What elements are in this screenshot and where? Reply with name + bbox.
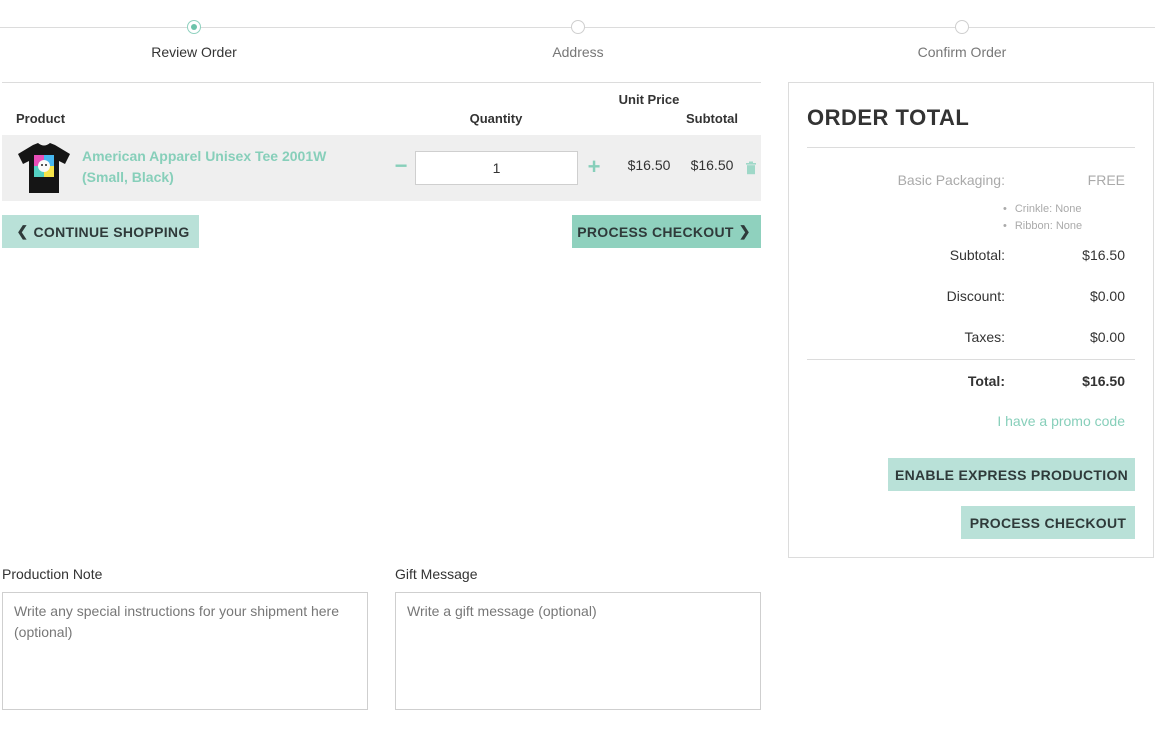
step-active-dot: [187, 20, 201, 34]
step-confirm-order[interactable]: Confirm Order: [862, 19, 1062, 60]
discount-amount: $0.00: [1089, 288, 1125, 304]
process-checkout-label: PROCESS CHECKOUT: [577, 223, 734, 240]
enable-express-production-button[interactable]: ENABLE EXPRESS PRODUCTION: [888, 458, 1135, 491]
step-dot: [571, 20, 585, 34]
quantity-increase-button[interactable]: +: [584, 156, 604, 178]
subtotal-label: Subtotal:: [949, 247, 1005, 263]
header-subtotal: Subtotal: [686, 111, 738, 126]
packaging-value: FREE: [1087, 172, 1125, 188]
order-total-panel: ORDER TOTAL Basic Packaging: FREE Crinkl…: [788, 82, 1154, 558]
discount-label: Discount:: [946, 288, 1005, 304]
continue-shopping-button[interactable]: ❮ CONTINUE SHOPPING: [2, 215, 199, 248]
total-amount: $16.50: [1082, 373, 1125, 389]
chevron-left-icon: ❮: [16, 223, 29, 239]
cart-table: Product Quantity Unit Price Subtotal Ame…: [2, 82, 761, 201]
production-note-field[interactable]: [2, 592, 368, 710]
step-label: Review Order: [151, 44, 237, 60]
step-address[interactable]: Address: [478, 19, 678, 60]
taxes-amount: $0.00: [1089, 329, 1125, 345]
step-review-order[interactable]: Review Order: [94, 19, 294, 60]
list-item: Ribbon: None: [1003, 218, 1082, 235]
product-name-link[interactable]: American Apparel Unisex Tee 2001W (Small…: [82, 146, 362, 188]
packaging-options-list: Crinkle: None Ribbon: None: [1003, 201, 1082, 235]
packaging-label: Basic Packaging:: [897, 172, 1005, 188]
unit-price-value: $16.50: [627, 157, 671, 173]
promo-code-link[interactable]: I have a promo code: [997, 413, 1125, 429]
cart-item-row: American Apparel Unisex Tee 2001W (Small…: [2, 135, 761, 201]
header-quantity: Quantity: [469, 111, 523, 126]
divider: [807, 147, 1135, 148]
step-label: Confirm Order: [917, 44, 1007, 60]
subtotal-value: $16.50: [690, 157, 734, 173]
header-unit-price: Unit Price: [618, 92, 680, 107]
quantity-decrease-button[interactable]: −: [391, 155, 411, 177]
process-checkout-button[interactable]: PROCESS CHECKOUT ❯: [572, 215, 761, 248]
process-checkout-sidebar-button[interactable]: PROCESS CHECKOUT: [961, 506, 1135, 539]
chevron-right-icon: ❯: [738, 223, 751, 239]
step-dot: [955, 20, 969, 34]
taxes-label: Taxes:: [964, 329, 1005, 345]
trash-icon[interactable]: [745, 161, 757, 175]
list-item: Crinkle: None: [1003, 201, 1082, 218]
divider: [807, 359, 1135, 360]
total-label: Total:: [967, 373, 1005, 389]
order-total-title: ORDER TOTAL: [807, 105, 970, 130]
continue-shopping-label: CONTINUE SHOPPING: [33, 223, 190, 240]
header-product: Product: [16, 111, 66, 126]
production-note-label: Production Note: [2, 566, 103, 582]
gift-message-label: Gift Message: [395, 566, 478, 582]
gift-message-field[interactable]: [395, 592, 761, 710]
step-label: Address: [552, 44, 604, 60]
tshirt-icon[interactable]: [16, 142, 72, 194]
checkout-stepper: Review Order Address Confirm Order: [0, 0, 1155, 70]
subtotal-amount: $16.50: [1082, 247, 1125, 263]
cart-header-row: Product Quantity Unit Price Subtotal: [2, 83, 761, 135]
quantity-input[interactable]: [415, 151, 578, 185]
